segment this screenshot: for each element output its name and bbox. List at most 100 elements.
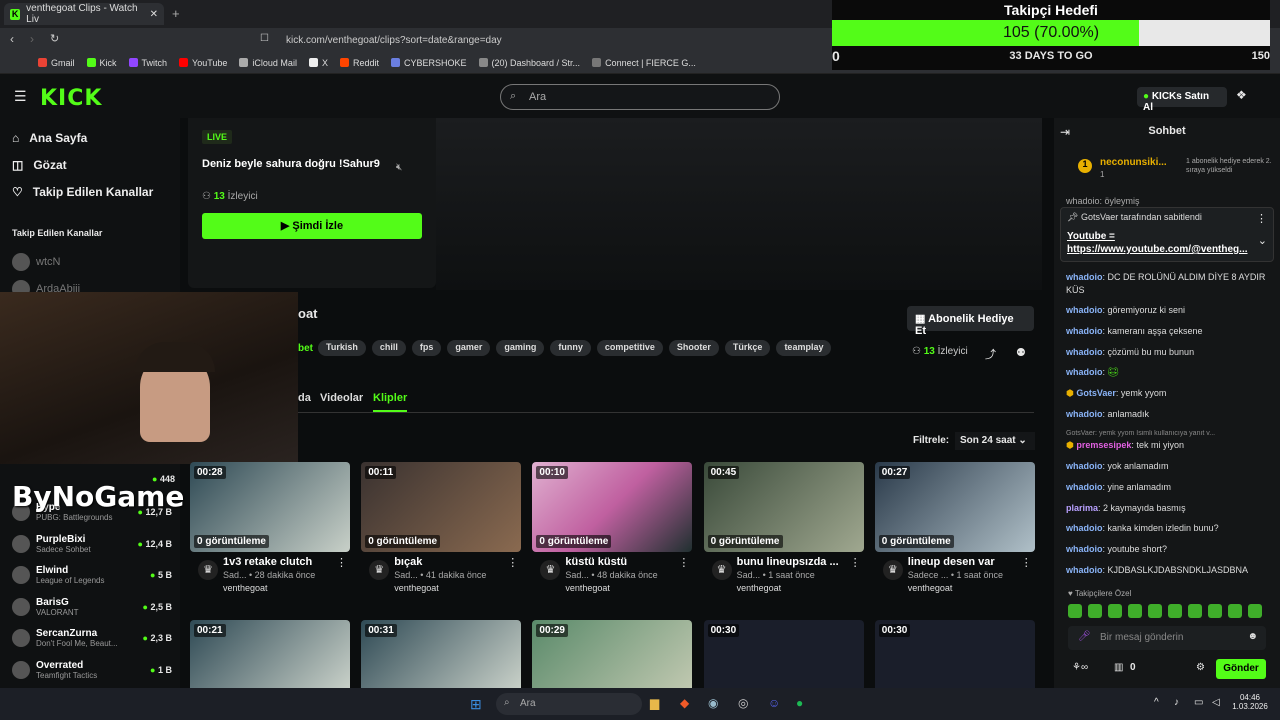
more-icon[interactable]: ⋮ [507,556,518,569]
user-avatar-icon[interactable]: ❖ [1236,88,1247,102]
bookmark-item[interactable]: CYBERSHOKE [390,58,467,68]
taskbar-search[interactable]: ⌕ Ara [496,693,642,715]
chat-username[interactable]: whadoio [1066,367,1103,377]
clip-card[interactable]: 00:28 0 görüntüleme ♛ 1v3 retake clutch … [190,462,350,598]
chat-username[interactable]: whadoio [1066,409,1103,419]
bookmark-item[interactable]: Kick [86,58,117,68]
filter-select[interactable]: Son 24 saat ⌄ [955,432,1035,450]
clock[interactable]: 04:46 1.03.2026 [1230,693,1270,711]
tag-chip[interactable]: teamplay [776,340,832,356]
volume-icon[interactable]: ◁ [1212,697,1220,708]
clip-thumbnail[interactable]: 00:29 [532,620,693,688]
pinned-text[interactable]: Youtube = https://www.youtube.com/@venth… [1067,230,1257,256]
clip-title[interactable]: küstü küstü [565,556,675,568]
share-icon[interactable]: ⤴ [985,346,996,362]
emote-icon[interactable] [1228,604,1242,618]
tab-partial[interactable]: da [298,392,311,404]
chat-username[interactable]: whadoio [1066,544,1103,554]
clip-thumbnail[interactable]: 00:45 0 görüntüleme [703,462,864,552]
nav-following[interactable]: ♡ Takip Edilen Kanallar [12,185,153,199]
sidebar-channel[interactable]: BarisG VALORANT ● 2,5 B [12,597,172,617]
browser-tab[interactable]: K venthegoat Clips - Watch Liv ✕ [4,3,164,25]
chat-username[interactable]: whadoio [1066,326,1103,336]
tag-chip[interactable]: funny [550,340,591,356]
microphone-icon[interactable]: ♪ [1174,697,1179,708]
expand-pinned-icon[interactable]: ⌄ [1258,234,1267,247]
bookmark-item[interactable]: Gmail [38,58,75,68]
clip-card[interactable]: 00:27 0 görüntüleme ♛ lineup desen var S… [874,462,1035,598]
channel-avatar-icon[interactable]: ♛ [540,560,561,580]
more-icon[interactable]: ⋮ [850,556,861,569]
chat-username[interactable]: plarima [1066,503,1098,513]
spotify-icon[interactable]: ● [796,696,803,710]
clip-thumbnail[interactable]: 00:21 [190,620,350,688]
tag-chip[interactable]: Shooter [668,340,719,356]
clip-thumbnail[interactable]: 00:10 0 görüntüleme [532,462,693,552]
bookmark-item[interactable]: iCloud Mail [239,58,297,68]
tag-chip[interactable]: Turkish [318,340,366,356]
more-icon[interactable]: ⋮ [1021,556,1032,569]
gift-icon[interactable]: ▥ [1114,662,1123,673]
clip-channel[interactable]: venthegoat [908,583,953,593]
clip-thumbnail[interactable]: 00:11 0 görüntüleme [361,462,522,552]
forward-icon[interactable]: › [30,32,34,46]
follow-icon[interactable]: ⚉ [1016,346,1026,359]
sidebar-channel[interactable]: Overrated Teamfight Tactics ● 1 B [12,660,172,680]
chat-input[interactable]: 🎤︎ Bir mesaj gönderin ☻ [1068,626,1266,650]
points-icon[interactable]: ⚘∞ [1072,662,1088,673]
tag-chip[interactable]: competitive [596,340,663,356]
bookmark-item[interactable]: Twitch [128,58,167,68]
clip-card[interactable]: 00:10 0 görüntüleme ♛ küstü küstü Sad...… [532,462,693,598]
emote-icon[interactable] [1068,604,1082,618]
back-icon[interactable]: ‹ [10,32,14,46]
chat-username[interactable]: whadoio [1066,305,1103,315]
channel-avatar-icon[interactable]: ♛ [711,560,732,580]
followed-channel[interactable]: wtcN [12,253,172,271]
tag-chip[interactable]: fps [411,340,442,356]
steam-icon[interactable]: ◉ [708,696,718,710]
settings-gear-icon[interactable]: ⚙ [1196,662,1205,673]
emote-icon[interactable] [1168,604,1182,618]
brave-icon[interactable]: ◆ [680,696,689,710]
bookmark-item[interactable]: (20) Dashboard / Str... [478,58,580,68]
clip-thumbnail[interactable]: 00:30 [874,620,1035,688]
emote-icon[interactable] [1208,604,1222,618]
channel-avatar-icon[interactable]: ♛ [369,560,390,580]
reload-icon[interactable]: ↻ [50,32,59,45]
clip-thumbnail[interactable]: 00:30 [703,620,864,688]
bookmark-item[interactable]: X [308,58,328,68]
channel-avatar-icon[interactable]: ♛ [882,560,903,580]
gift-sub-button[interactable]: ▦ Abonelik Hediye Et [907,306,1034,337]
more-icon[interactable]: ⋮ [1256,212,1267,225]
sidebar-channel[interactable]: Elwind League of Legends ● 5 B [12,565,172,585]
clip-channel[interactable]: venthegoat [223,583,268,593]
clip-card[interactable]: 00:11 0 görüntüleme ♛ bıçak Sad... • 41 … [361,462,522,598]
emote-icon[interactable] [1188,604,1202,618]
kick-logo[interactable]: KICK [40,86,102,111]
clip-title[interactable]: lineup desen var [908,556,1018,568]
chat-username[interactable]: GotsVaer [1076,388,1116,398]
sidebar-channel[interactable]: SercanZurna Don't Fool Me, Beaut... ● 2,… [12,628,172,648]
channel-avatar-icon[interactable]: ♛ [198,560,218,580]
chat-username[interactable]: whadoio [1066,482,1103,492]
chat-username[interactable]: whadoio [1066,523,1103,533]
clip-title[interactable]: bunu lineupsızda ... [737,556,847,568]
clip-channel[interactable]: venthegoat [394,583,439,593]
more-icon[interactable]: ⋮ [678,556,689,569]
bookmark-item[interactable]: Connect | FIERCE G... [592,58,696,68]
file-explorer-icon[interactable]: ▆ [650,696,659,710]
clip-title[interactable]: bıçak [394,556,504,568]
category-partial[interactable]: bet [298,343,313,354]
close-tab-icon[interactable]: ✕ [150,9,158,20]
nav-browse[interactable]: ◫ Gözat [12,158,67,172]
bookmark-item[interactable]: YouTube [179,58,227,68]
bookmark-icon[interactable]: ☐ [260,33,269,44]
more-icon[interactable]: ⋮ [336,556,347,569]
bookmark-item[interactable]: Reddit [339,58,379,68]
emote-icon[interactable] [1148,604,1162,618]
network-icon[interactable]: ▭ [1194,697,1203,708]
new-tab-icon[interactable]: + [172,6,180,21]
chat-username[interactable]: premsesipek [1076,440,1131,450]
clip-thumbnail[interactable]: 00:31 [361,620,522,688]
emoji-icon[interactable]: ☻ [1247,631,1258,642]
